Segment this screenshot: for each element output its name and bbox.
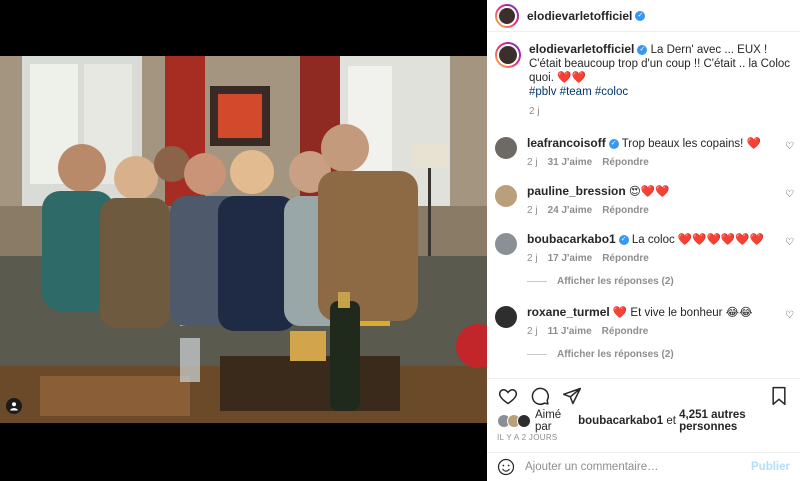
instagram-post-modal: elodievarletofficiel ✓ elodievarletoffici… [0, 0, 800, 481]
user-tag-icon [10, 402, 18, 411]
view-replies-button[interactable]: Afficher les réponses (2) [527, 349, 800, 360]
commenter-avatar[interactable] [495, 185, 517, 207]
reply-button[interactable]: Répondre [602, 157, 649, 168]
comment-input[interactable] [525, 461, 752, 473]
author-avatar[interactable] [495, 3, 519, 28]
comment-username[interactable]: boubacarkabo1 [527, 232, 616, 246]
comment-username[interactable]: leafrancoisoff [527, 136, 606, 150]
comment-icon[interactable] [529, 385, 551, 407]
comment-item: boubacarkabo1 ✓ La coloc ❤️❤️❤️❤️❤️❤️ 2 j 1… [487, 232, 800, 266]
comment-entries: leafrancoisoff ✓ Trop beaux les copains! … [487, 136, 800, 377]
replies-divider [527, 354, 547, 355]
caption-time: 2 j [529, 106, 540, 117]
publish-button[interactable]: Publier [751, 461, 790, 473]
comment-body: pauline_bression 😍❤️❤️ 2 j 24 J'aime Répond… [527, 184, 785, 218]
verified-icon: ✓ [637, 44, 648, 55]
comment-time: 2 j [527, 253, 538, 264]
comment-like-icon[interactable]: ♡ [785, 237, 794, 248]
post-photo[interactable] [0, 56, 487, 423]
comment-body: florianestudio Félicitations2 j1 J'aimeR… [527, 376, 785, 377]
comment-likes[interactable]: 11 J'aime [548, 326, 592, 337]
comment-likes[interactable]: 17 J'aime [548, 253, 593, 264]
comment-time: 2 j [527, 205, 538, 216]
comment-item: pauline_bression 😍❤️❤️ 2 j 24 J'aime Répond… [487, 184, 800, 218]
comment-text: 😍❤️❤️ [628, 186, 670, 198]
author-username[interactable]: elodievarletofficiel [527, 9, 632, 23]
likes-connector: et [666, 415, 676, 427]
comment-meta: 2 j 17 J'aime Répondre [527, 252, 785, 266]
heart-outline-icon[interactable] [497, 385, 519, 407]
verified-icon: ✓ [608, 138, 619, 149]
comments-list[interactable]: elodievarletofficiel ✓ La Dern' avec ... … [487, 33, 800, 377]
reply-button[interactable]: Répondre [602, 326, 649, 337]
reply-button[interactable]: Répondre [602, 205, 649, 216]
reply-button[interactable]: Répondre [602, 253, 649, 264]
comment-item: roxane_turmel ❤️ Et vive le bonheur 😂😂 2 … [487, 305, 800, 339]
caption-body: elodievarletofficiel ✓ La Dern' avec ... … [529, 42, 791, 119]
commenter-avatar[interactable] [495, 306, 517, 328]
comment-username[interactable]: roxane_turmel [527, 305, 610, 319]
verified-icon: ✓ [635, 11, 646, 22]
post-header: elodievarletofficiel ✓ [487, 0, 800, 32]
paper-plane-icon[interactable] [561, 385, 583, 407]
replies-divider [527, 281, 547, 282]
add-comment-bar: Publier [487, 452, 800, 481]
author-name-header[interactable]: elodievarletofficiel ✓ [527, 9, 646, 23]
caption-hashtags[interactable]: #pblv #team #coloc [529, 86, 628, 98]
comment-text: Trop beaux les copains! ❤️ [621, 138, 761, 150]
comment-username[interactable]: florianestudio [527, 376, 606, 377]
comment-item: leafrancoisoff ✓ Trop beaux les copains! … [487, 136, 800, 170]
action-icons [487, 379, 800, 413]
media-area [0, 0, 487, 481]
commenter-avatar[interactable] [495, 137, 517, 159]
comment-username[interactable]: pauline_bression [527, 184, 626, 198]
comment-body: boubacarkabo1 ✓ La coloc ❤️❤️❤️❤️❤️❤️ 2 j 1… [527, 232, 785, 266]
comment-like-icon[interactable]: ♡ [785, 310, 794, 321]
likes-user[interactable]: boubacarkabo1 [578, 415, 663, 427]
view-replies-label: Afficher les réponses (2) [557, 276, 674, 287]
comment-body: roxane_turmel ❤️ Et vive le bonheur 😂😂 2 … [527, 305, 785, 339]
comment-time: 2 j [527, 326, 538, 337]
likes-prefix: Aimé par [535, 409, 562, 433]
comment-like-icon[interactable]: ♡ [785, 189, 794, 200]
caption-author-avatar[interactable] [495, 42, 521, 68]
likes-others[interactable]: 4,251 autres personnes [679, 409, 790, 433]
tagged-people-button[interactable] [6, 398, 22, 414]
liker-avatars [497, 414, 531, 428]
comment-item: florianestudio Félicitations2 j1 J'aimeR… [487, 376, 800, 377]
commenter-avatar[interactable] [495, 233, 517, 255]
comment-likes[interactable]: 31 J'aime [548, 157, 593, 168]
emoji-smiley-icon[interactable] [497, 458, 515, 476]
group-photo-illustration [0, 56, 487, 423]
comment-likes[interactable]: 24 J'aime [548, 205, 593, 216]
verified-icon: ✓ [618, 234, 629, 245]
post-timestamp[interactable]: IL Y A 2 JOURS [487, 433, 800, 442]
comment-time: 2 j [527, 157, 538, 168]
caption-author[interactable]: elodievarletofficiel [529, 42, 634, 56]
comment-text: La coloc ❤️❤️❤️❤️❤️❤️ [631, 234, 764, 246]
comment-meta: 2 j 11 J'aime Répondre [527, 325, 785, 339]
view-replies-button[interactable]: Afficher les réponses (2) [527, 276, 800, 287]
comment-body: leafrancoisoff ✓ Trop beaux les copains! … [527, 136, 785, 170]
bookmark-icon[interactable] [768, 385, 790, 407]
post-caption: elodievarletofficiel ✓ La Dern' avec ... … [487, 33, 800, 119]
comment-meta: 2 j 24 J'aime Répondre [527, 204, 785, 218]
comment-like-icon[interactable]: ♡ [785, 141, 794, 152]
comment-meta: 2 j 31 J'aime Répondre [527, 156, 785, 170]
view-replies-label: Afficher les réponses (2) [557, 349, 674, 360]
comment-text: ❤️ Et vive le bonheur 😂😂 [612, 307, 753, 319]
likes-summary: Aimé par boubacarkabo1 et 4,251 autres p… [487, 409, 800, 433]
post-actions-section: Aimé par boubacarkabo1 et 4,251 autres p… [487, 378, 800, 442]
post-side-panel: elodievarletofficiel ✓ elodievarletoffici… [487, 0, 800, 481]
